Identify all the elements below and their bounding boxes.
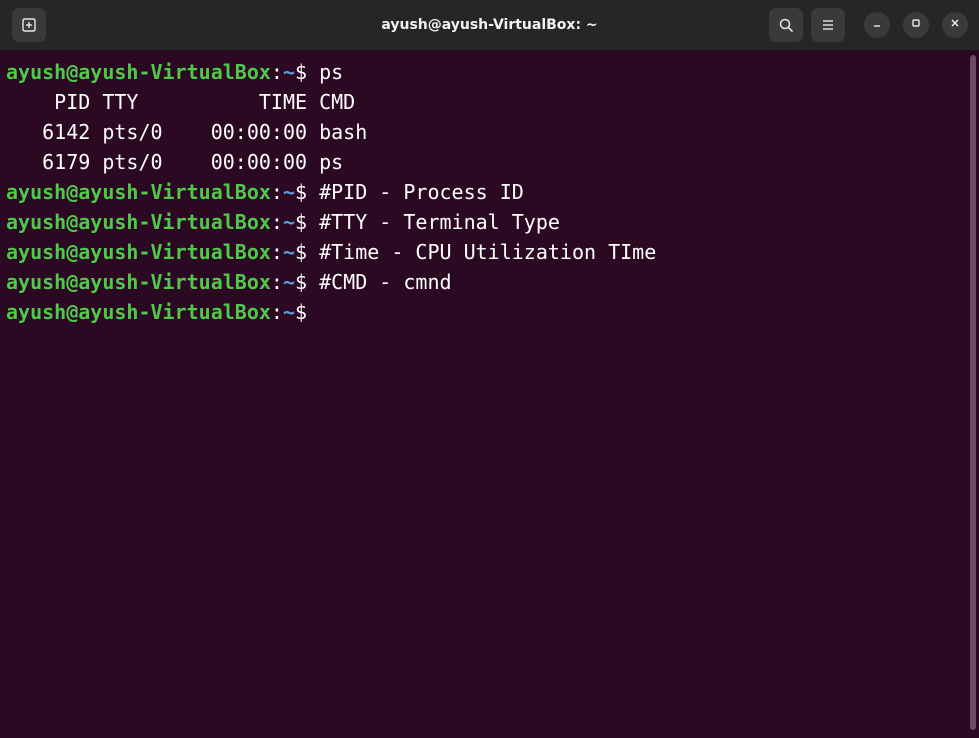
command-text: #TTY - Terminal Type xyxy=(307,210,560,234)
prompt-path: ~ xyxy=(282,300,295,324)
minimize-icon xyxy=(871,16,883,34)
prompt-line: ayush@ayush-VirtualBox:~$ ps xyxy=(6,57,656,87)
prompt-user-host: ayush@ayush-VirtualBox xyxy=(6,270,271,294)
prompt-separator: : xyxy=(270,300,283,324)
prompt-path: ~ xyxy=(282,240,295,264)
prompt-path: ~ xyxy=(282,210,295,234)
prompt-user-host: ayush@ayush-VirtualBox xyxy=(6,210,271,234)
prompt-line: ayush@ayush-VirtualBox:~$ #Time - CPU Ut… xyxy=(6,237,656,267)
output-line: 6142 pts/0 00:00:00 bash xyxy=(6,117,656,147)
close-button[interactable] xyxy=(942,12,968,38)
output-line: PID TTY TIME CMD xyxy=(6,87,656,117)
output-text: PID TTY TIME CMD xyxy=(6,90,356,114)
terminal-output: ayush@ayush-VirtualBox:~$ ps PID TTY TIM… xyxy=(6,57,656,327)
prompt-separator: : xyxy=(270,180,283,204)
prompt-user-host: ayush@ayush-VirtualBox xyxy=(6,180,271,204)
search-button[interactable] xyxy=(769,8,803,42)
maximize-button[interactable] xyxy=(903,12,929,38)
prompt-separator: : xyxy=(270,270,283,294)
prompt-line: ayush@ayush-VirtualBox:~$ xyxy=(6,297,656,327)
command-text: ps xyxy=(307,60,344,84)
terminal-area[interactable]: ayush@ayush-VirtualBox:~$ ps PID TTY TIM… xyxy=(0,51,979,738)
terminal-window: ayush@ayush-VirtualBox: ~ ayush@ayush-Vi… xyxy=(0,0,979,738)
new-tab-icon xyxy=(21,17,37,33)
prompt-line: ayush@ayush-VirtualBox:~$ #PID - Process… xyxy=(6,177,656,207)
scrollbar[interactable] xyxy=(970,55,976,730)
prompt-line: ayush@ayush-VirtualBox:~$ #TTY - Termina… xyxy=(6,207,656,237)
output-text: 6179 pts/0 00:00:00 ps xyxy=(6,150,344,174)
prompt-path: ~ xyxy=(282,60,295,84)
new-tab-button[interactable] xyxy=(12,8,46,42)
prompt-symbol: $ xyxy=(295,300,308,324)
prompt-symbol: $ xyxy=(295,210,308,234)
hamburger-menu-icon xyxy=(821,18,835,32)
title-bar[interactable]: ayush@ayush-VirtualBox: ~ xyxy=(0,0,979,51)
prompt-path: ~ xyxy=(282,180,295,204)
prompt-symbol: $ xyxy=(295,60,308,84)
maximize-icon xyxy=(910,16,922,34)
menu-button[interactable] xyxy=(811,8,845,42)
prompt-symbol: $ xyxy=(295,240,308,264)
prompt-user-host: ayush@ayush-VirtualBox xyxy=(6,60,271,84)
output-line: 6179 pts/0 00:00:00 ps xyxy=(6,147,656,177)
search-icon xyxy=(778,17,794,33)
prompt-separator: : xyxy=(270,240,283,264)
command-text: #CMD - cmnd xyxy=(307,270,452,294)
prompt-user-host: ayush@ayush-VirtualBox xyxy=(6,300,271,324)
prompt-line: ayush@ayush-VirtualBox:~$ #CMD - cmnd xyxy=(6,267,656,297)
prompt-symbol: $ xyxy=(295,180,308,204)
prompt-path: ~ xyxy=(282,270,295,294)
prompt-symbol: $ xyxy=(295,270,308,294)
minimize-button[interactable] xyxy=(864,12,890,38)
output-text: 6142 pts/0 00:00:00 bash xyxy=(6,120,368,144)
prompt-separator: : xyxy=(270,60,283,84)
command-text: #Time - CPU Utilization TIme xyxy=(307,240,657,264)
prompt-separator: : xyxy=(270,210,283,234)
close-icon xyxy=(949,16,961,34)
prompt-user-host: ayush@ayush-VirtualBox xyxy=(6,240,271,264)
command-text: #PID - Process ID xyxy=(307,180,524,204)
